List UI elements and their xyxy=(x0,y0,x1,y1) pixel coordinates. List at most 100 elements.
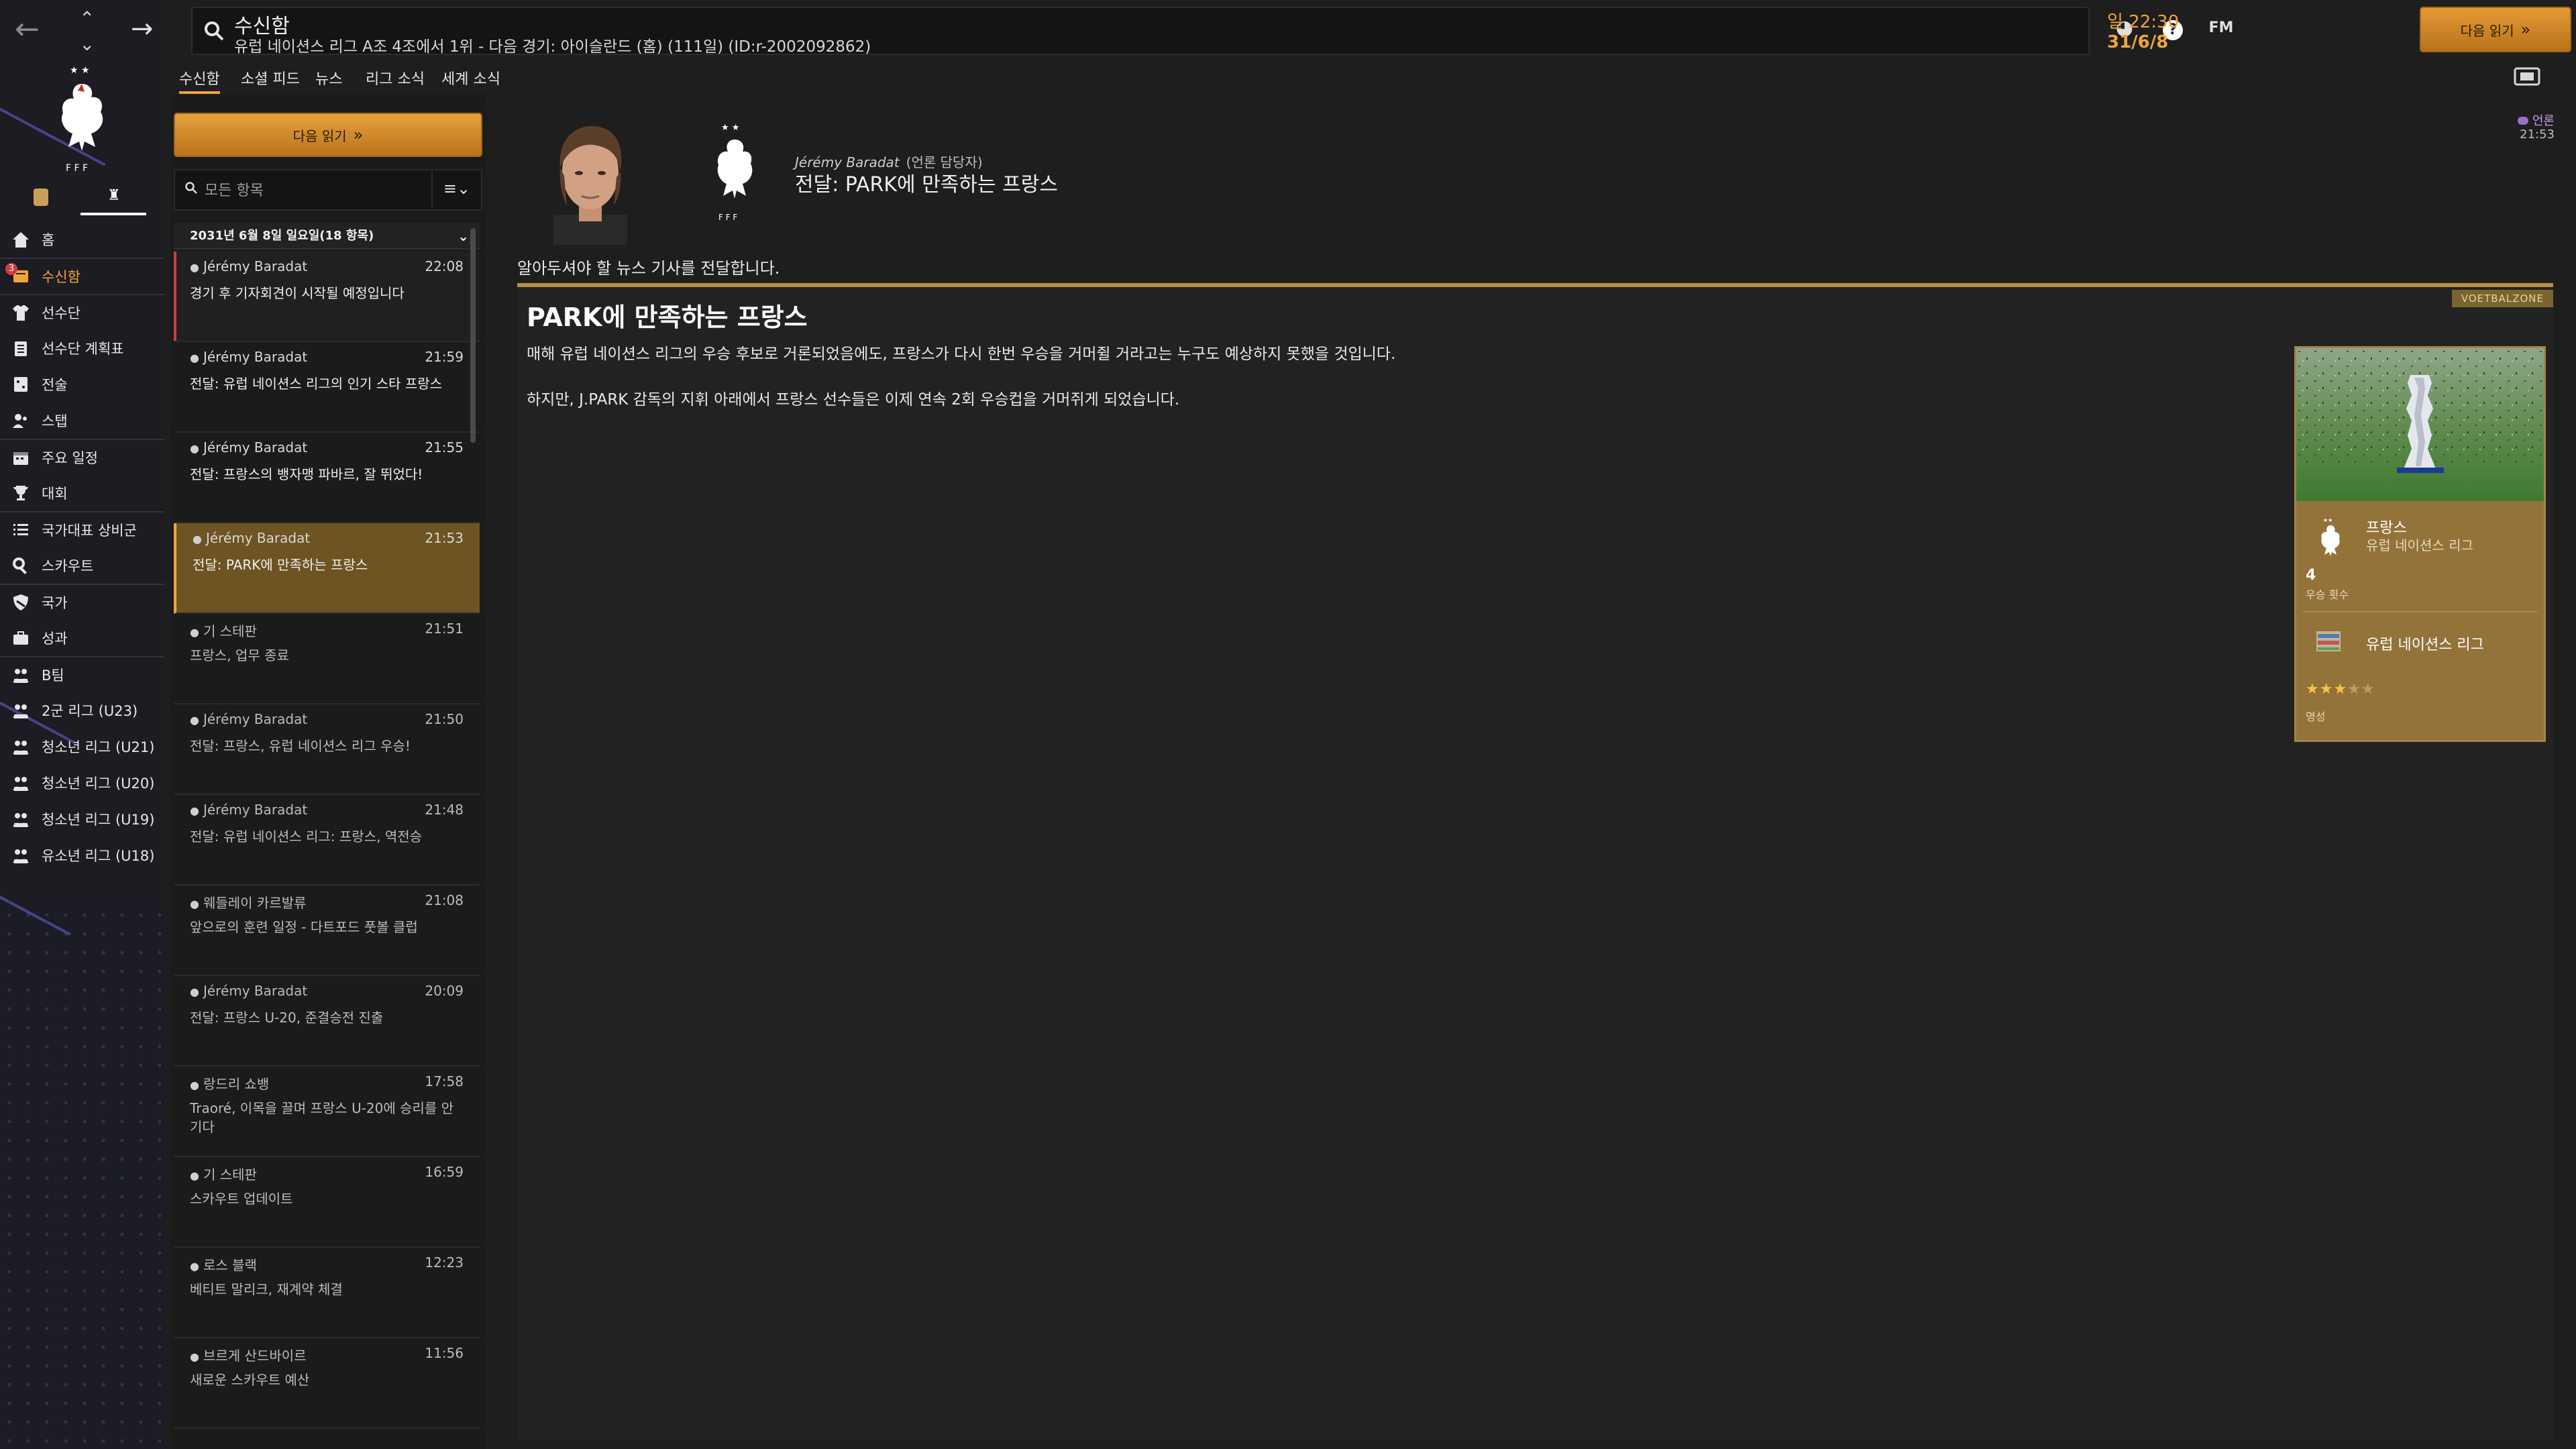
message-row[interactable]: ● Jérémy Baradat 21:48 전달: 유럽 네이션스 리그: 프랑스,… xyxy=(174,795,480,885)
page-subtitle: 유럽 네이션스 리그 A조 4조에서 1위 - 다음 경기: 아이슬란드 (홈)… xyxy=(234,38,871,56)
message-row[interactable]: ● Jérémy Baradat 20:09 전달: 프랑스 U-20, 준결승전 진… xyxy=(174,976,480,1067)
sidebar-item[interactable]: 홈 xyxy=(0,221,164,258)
message-row[interactable]: ● 기 스테판 21:51 프랑스, 업무 종료 xyxy=(174,614,480,704)
chevron-down-icon[interactable]: ⌄ xyxy=(79,30,95,59)
message-sender: ● Jérémy Baradat xyxy=(190,439,308,455)
message-row[interactable]: ● 랑드리 쇼뱅 17:58 Traoré, 이목을 끌며 프랑스 U-20에 승리를… xyxy=(174,1067,480,1157)
sidebar-item[interactable]: 수신함 3 xyxy=(0,258,164,294)
team-icon xyxy=(11,845,31,865)
article-divider xyxy=(517,283,2553,287)
intro-text: 알아두셔야 할 뉴스 기사를 전달합니다. xyxy=(517,259,780,278)
sidebar-item[interactable]: 선수단 계획표 xyxy=(0,330,164,366)
person-icon: ● xyxy=(190,1079,199,1091)
message-row[interactable]: ● Jérémy Baradat 21:55 전달: 프랑스의 뱅자맹 파바르, 잘 … xyxy=(174,433,480,523)
team-icon xyxy=(11,737,31,757)
titles-label: 우승 횟수 xyxy=(2306,588,2349,601)
message-row[interactable]: ● Jérémy Baradat 22:08 경기 후 기자회견이 시작될 예정입니다 xyxy=(174,252,480,342)
shirt-icon xyxy=(11,303,31,323)
inbox-tab[interactable]: 뉴스 xyxy=(315,67,342,89)
message-sender: ● Jérémy Baradat xyxy=(190,258,308,274)
sidebar-item-label: 유소년 리그 (U18) xyxy=(42,848,155,864)
message-time: 21:53 xyxy=(425,530,464,546)
sort-menu-icon[interactable]: ≡⌄ xyxy=(431,170,481,207)
sidebar-item[interactable]: 2군 리그 (U23) xyxy=(0,692,164,729)
inbox-tab[interactable]: 소셜 피드 xyxy=(241,67,300,89)
message-list: ● Jérémy Baradat 22:08 경기 후 기자회견이 시작될 예정입니다… xyxy=(174,252,480,1429)
message-time: 20:09 xyxy=(425,983,464,999)
sidebar-item[interactable]: 주요 일정 xyxy=(0,439,164,475)
svg-text:★ ★: ★ ★ xyxy=(70,65,90,76)
message-sender: ● Jérémy Baradat xyxy=(193,530,311,546)
sidebar-item[interactable]: 대회 xyxy=(0,475,164,511)
chevron-down-icon[interactable]: ⌄ xyxy=(458,223,469,250)
sidebar-item[interactable]: B팀 xyxy=(0,656,164,692)
sidebar-item[interactable]: 국가대표 상비군 xyxy=(0,511,164,547)
svg-text:★ ★: ★ ★ xyxy=(721,123,739,133)
person-icon: ● xyxy=(190,1350,199,1363)
article-paragraph: 매해 유럽 네이션스 리그의 우승 후보로 거론되었음에도, 프랑스가 다시 한… xyxy=(527,345,1396,363)
sidebar-item[interactable]: 국가 xyxy=(0,584,164,620)
sidebar-item[interactable]: 청소년 리그 (U20) xyxy=(0,765,164,801)
media-tag: 언론 xyxy=(2517,111,2555,129)
screen-toggle-icon[interactable] xyxy=(2512,64,2542,89)
search-bar[interactable]: 수신함 유럽 네이션스 리그 A조 4조에서 1위 - 다음 경기: 아이슬란드… xyxy=(191,7,2090,56)
message-time: 21:50 xyxy=(425,711,464,727)
message-detail: ★ ★ F F F Jérémy Baradat (언론 담당자) 전달: PAR… xyxy=(500,94,2563,1449)
message-row[interactable]: ● 기 스테판 16:59 스카우트 업데이트 xyxy=(174,1157,480,1248)
clock-date: 31/6/8 xyxy=(2107,32,2169,52)
sidebar-item[interactable]: 청소년 리그 (U21) xyxy=(0,729,164,765)
person-icon: ● xyxy=(190,1260,199,1273)
sidebar-item[interactable]: 청소년 리그 (U19) xyxy=(0,801,164,837)
sidebar-item[interactable]: 유소년 리그 (U18) xyxy=(0,837,164,873)
game-clock[interactable]: 일 22:30 31/6/8 xyxy=(2096,5,2251,54)
back-arrow-icon[interactable]: ← xyxy=(15,15,40,44)
reputation-label: 명성 xyxy=(2306,710,2326,723)
person-icon: ● xyxy=(190,352,199,364)
list-scrollbar[interactable] xyxy=(470,228,476,443)
club-crest-icon[interactable] xyxy=(34,189,48,206)
card-competition-2[interactable]: 유럽 네이션스 리그 xyxy=(2366,633,2484,654)
article-paragraph: 하지만, J.PARK 감독의 지휘 아래에서 프랑스 선수들은 이제 연속 2… xyxy=(527,391,1180,409)
message-row[interactable]: ● 웨들레이 카르발류 21:08 앞으로의 훈련 일정 - 다트포드 풋볼 클럽 xyxy=(174,885,480,976)
inbox-tab[interactable]: 세계 소식 xyxy=(441,67,500,89)
message-row[interactable]: ● Jérémy Baradat 21:53 전달: PARK에 만족하는 프랑스 xyxy=(174,523,480,614)
message-subject: Traoré, 이목을 끌며 프랑스 U-20에 승리를 안기다 xyxy=(190,1100,454,1135)
message-row[interactable]: ● 브르게 산드바이르 11:56 새로운 스카우트 예산 xyxy=(174,1338,480,1429)
card-competition[interactable]: 유럽 네이션스 리그 xyxy=(2366,535,2473,554)
message-subject: 새로운 스카우트 예산 xyxy=(190,1372,310,1388)
person-icon: ● xyxy=(190,261,199,274)
crest-tabs: ♜ xyxy=(13,184,148,218)
sidebar-item-label: 청소년 리그 (U19) xyxy=(42,812,155,828)
svg-text:F F F: F F F xyxy=(66,163,88,174)
fff-crest-icon[interactable]: ★ ★ F F F xyxy=(42,64,122,178)
sidebar-item[interactable]: 스탭 xyxy=(0,402,164,439)
continue-button[interactable]: 다음 읽기 » xyxy=(2420,7,2571,52)
message-time: 21:59 xyxy=(425,349,464,365)
message-row[interactable]: ● Jérémy Baradat 21:50 전달: 프랑스, 유럽 네이션스 리그 … xyxy=(174,704,480,795)
message-time: 16:59 xyxy=(425,1164,464,1180)
sidebar-nav: 홈 수신함 3 선수단 선수단 계획표 전술 스탭 주요 일정 대회 국가대표 상비군 스카우트 국가… xyxy=(0,221,164,873)
message-row[interactable]: ● Jérémy Baradat 21:59 전달: 유럽 네이션스 리그의 인기 스… xyxy=(174,342,480,433)
message-subject: 전달: PARK에 만족하는 프랑스 xyxy=(193,557,368,573)
sidebar-item[interactable]: 스카우트 xyxy=(0,547,164,584)
date-group-header[interactable]: 2031년 6월 8일 일요일(18 항목) ⌄ xyxy=(174,223,480,250)
sidebar-item[interactable]: 성과 xyxy=(0,620,164,656)
sidebar-item[interactable]: 선수단 xyxy=(0,294,164,330)
search-icon xyxy=(11,555,31,576)
message-time: 12:23 xyxy=(425,1254,464,1271)
news-article: PARK에 만족하는 프랑스 매해 유럽 네이션스 리그의 우승 후보로 거론되… xyxy=(517,287,2553,1441)
nation-crest-icon[interactable]: ♜ xyxy=(107,187,121,204)
filter-input[interactable]: 모든 항목 xyxy=(205,178,264,200)
sidebar-item[interactable]: 전술 xyxy=(0,366,164,402)
message-sender: ● 랑드리 쇼뱅 xyxy=(190,1076,270,1092)
message-row[interactable]: ● 로스 블랙 12:23 베티트 말리크, 재계약 체결 xyxy=(174,1248,480,1338)
message-time: 21:55 xyxy=(425,439,464,455)
trophy-card[interactable]: ★★ 프랑스 유럽 네이션스 리그 4 우승 횟수 유럽 네이션스 리그 ★★★… xyxy=(2294,346,2546,742)
filter-box[interactable]: 모든 항목 ≡⌄ xyxy=(174,169,482,211)
message-title: 전달: PARK에 만족하는 프랑스 xyxy=(795,173,1058,197)
inbox-tab[interactable]: 리그 소식 xyxy=(366,67,425,89)
person-icon: ● xyxy=(190,985,199,998)
next-message-button[interactable]: 다음 읽기 » xyxy=(174,113,482,157)
inbox-tab[interactable]: 수신함 xyxy=(179,67,220,94)
person-icon: ● xyxy=(193,533,202,545)
